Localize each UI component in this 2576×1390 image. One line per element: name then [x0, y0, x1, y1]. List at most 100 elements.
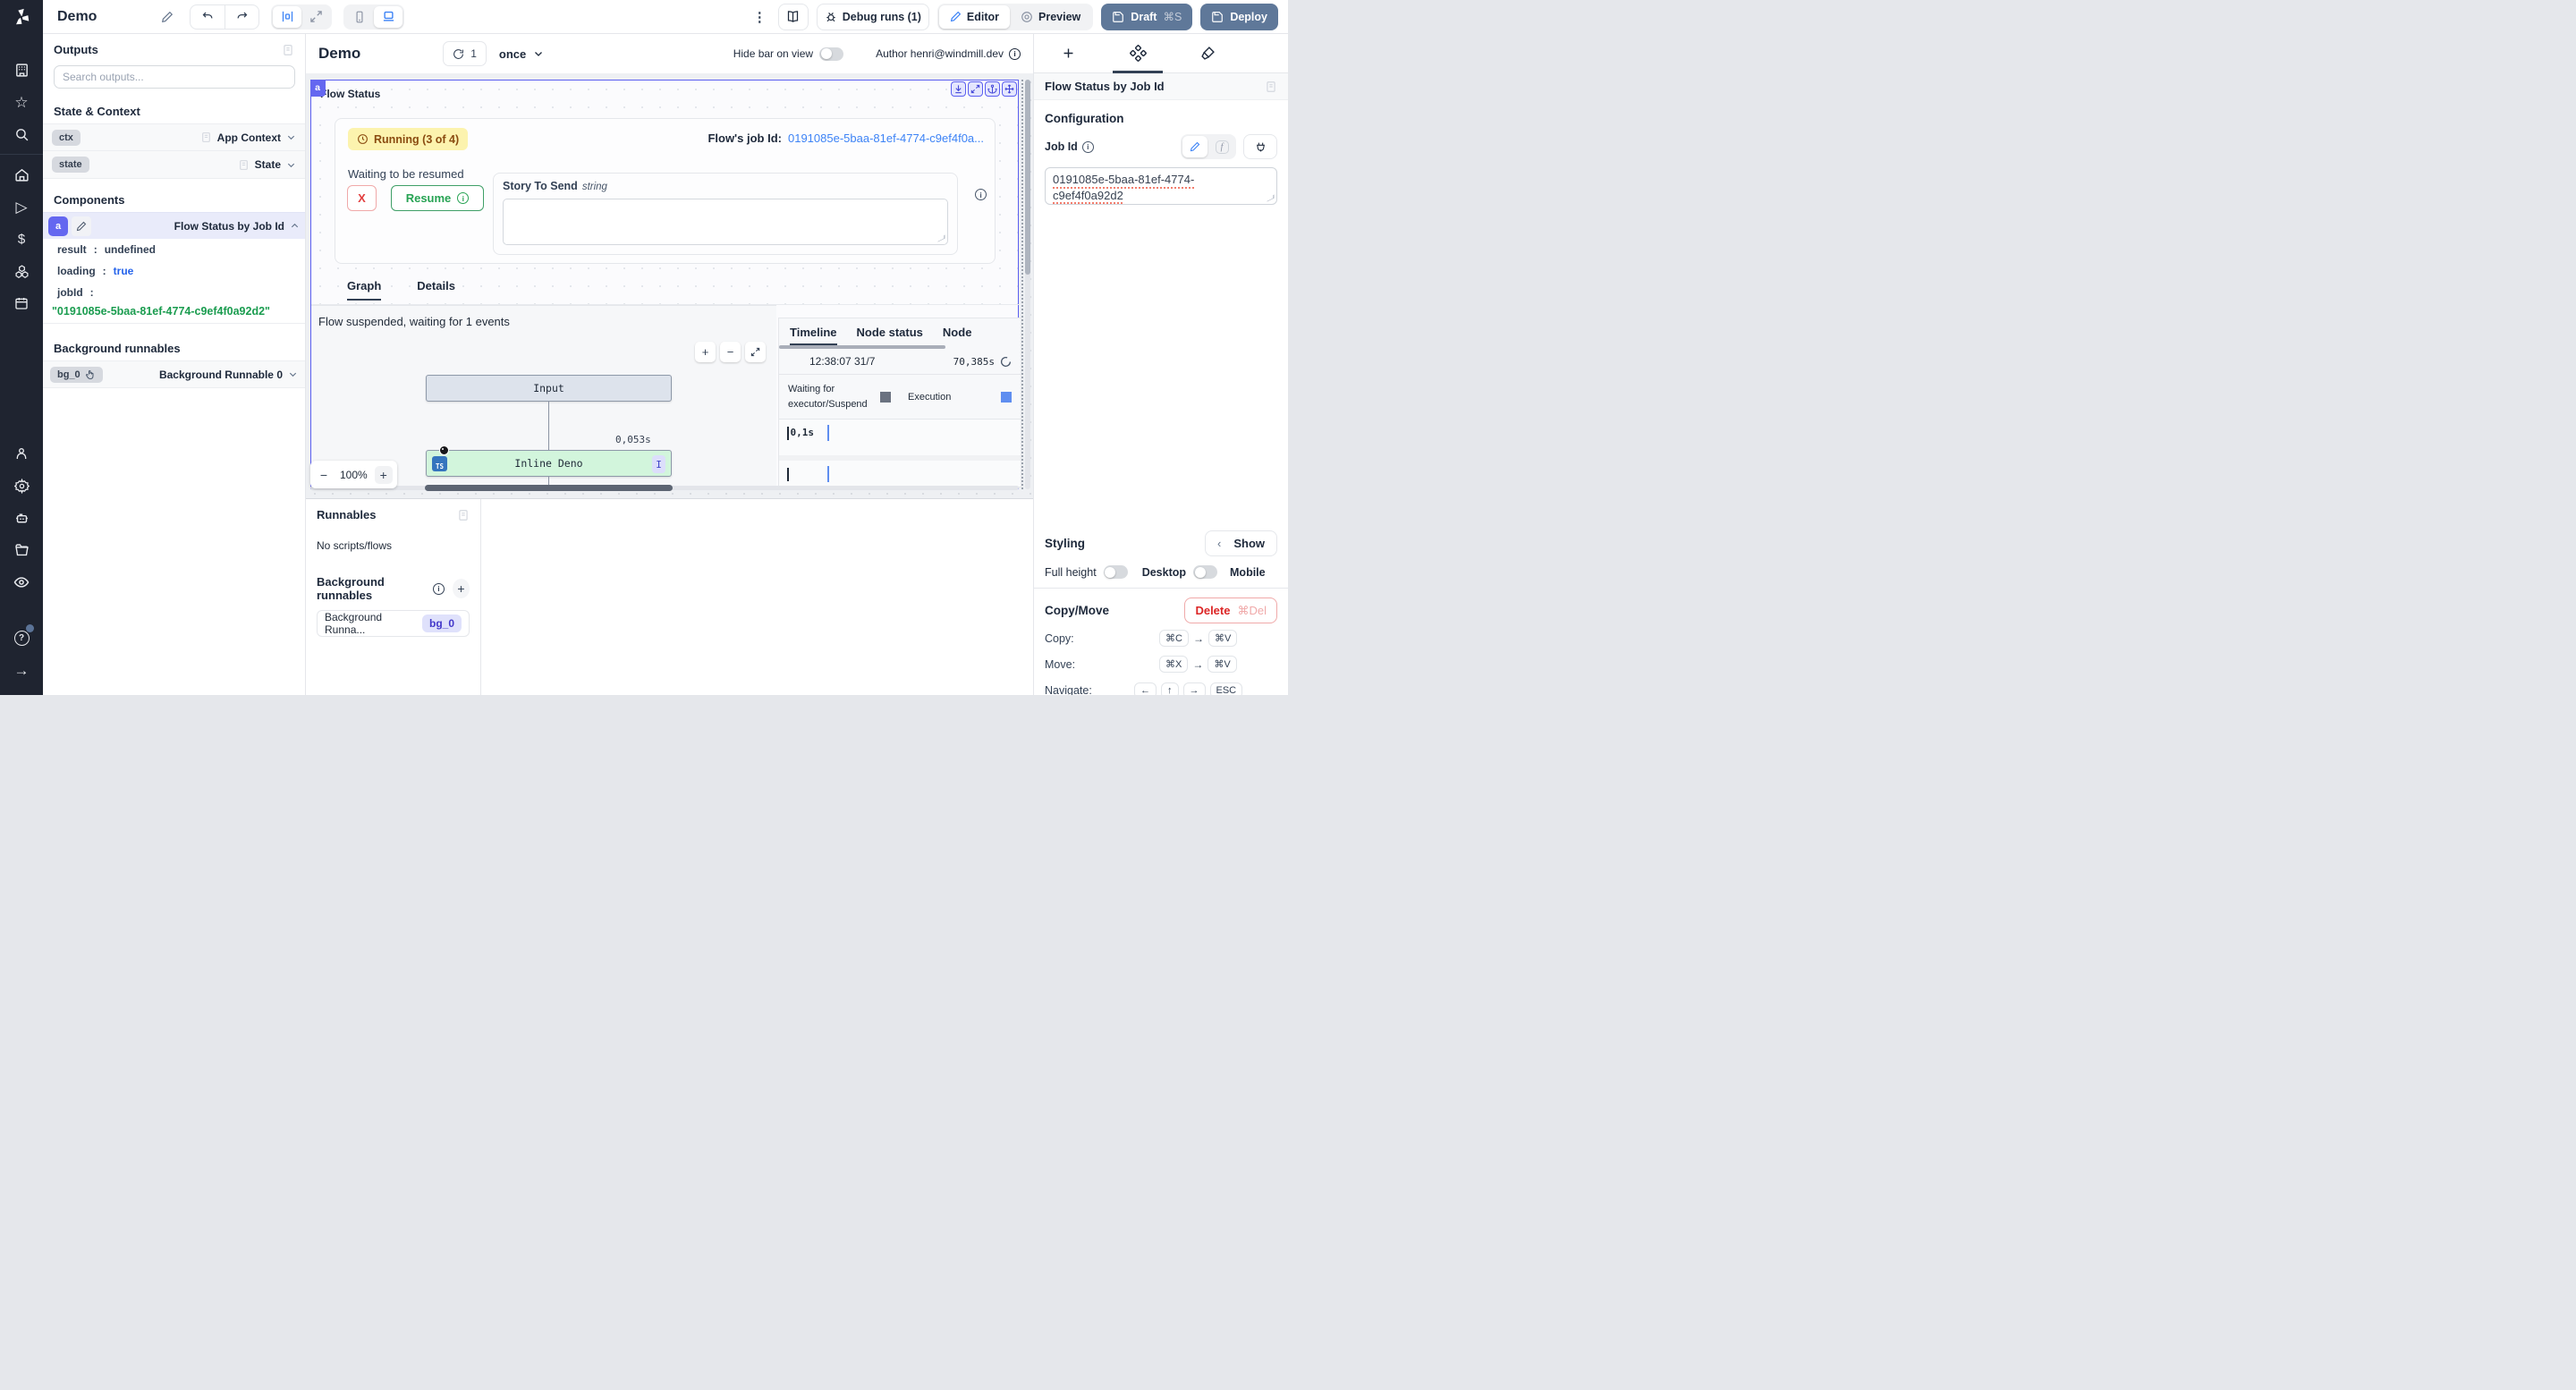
- sidebar-item-resources[interactable]: [0, 255, 43, 287]
- flow-graph[interactable]: Flow suspended, waiting for 1 events + −…: [311, 305, 776, 487]
- flow-tabs: Graph Details: [347, 279, 455, 301]
- graph-zoom-out-button[interactable]: −: [720, 342, 741, 362]
- full-height-toggle[interactable]: [1104, 565, 1128, 579]
- panel-doc-icon[interactable]: [282, 44, 294, 56]
- editor-tab[interactable]: Editor: [939, 5, 1010, 29]
- story-textarea[interactable]: [503, 199, 948, 245]
- windmill-app-editor: Demo: [0, 0, 1288, 695]
- deploy-button[interactable]: Deploy: [1200, 4, 1278, 30]
- state-row[interactable]: state State: [43, 151, 305, 179]
- help-button[interactable]: ?: [0, 622, 43, 654]
- undo-button[interactable]: [191, 5, 225, 29]
- styling-tab[interactable]: [1188, 34, 1227, 73]
- zoom-out-button[interactable]: −: [315, 466, 333, 484]
- static-input-button[interactable]: [1182, 136, 1208, 157]
- selection-handle-right[interactable]: [1021, 80, 1023, 489]
- flow-jobid-link[interactable]: 0191085e-5baa-81ef-4774-c9ef4f0a...: [788, 131, 984, 145]
- component-settings-tab[interactable]: [1118, 34, 1157, 73]
- chevron-down-icon[interactable]: [286, 160, 296, 170]
- preview-tab[interactable]: Preview: [1010, 5, 1091, 29]
- sidebar-item-variables[interactable]: $: [0, 223, 43, 255]
- desktop-view-button[interactable]: [374, 6, 402, 28]
- info-icon[interactable]: i: [433, 583, 445, 595]
- cancel-flow-button[interactable]: X: [347, 185, 377, 211]
- delete-component-button[interactable]: Delete ⌘Del: [1184, 598, 1277, 623]
- fullscreen-button[interactable]: [968, 81, 983, 97]
- desktop-toggle[interactable]: [1193, 565, 1217, 579]
- panel-doc-icon[interactable]: [457, 509, 470, 521]
- refresh-count: 1: [470, 47, 477, 60]
- sidebar-item-home[interactable]: [0, 158, 43, 191]
- add-background-runnable-button[interactable]: +: [453, 579, 470, 598]
- search-outputs-input[interactable]: [54, 65, 295, 89]
- anchor-button[interactable]: [985, 81, 1000, 97]
- resize-handle[interactable]: [1267, 195, 1275, 202]
- tab-node-status[interactable]: Node status: [857, 326, 923, 345]
- show-styling-button[interactable]: ‹ Show: [1205, 530, 1277, 556]
- docs-book-button[interactable]: [778, 4, 809, 30]
- more-menu-button[interactable]: ⋮: [750, 9, 770, 25]
- schedule-dropdown[interactable]: once: [499, 47, 544, 61]
- expand-down-button[interactable]: [951, 81, 966, 97]
- insert-component-tab[interactable]: [1048, 34, 1088, 73]
- bug-icon: [825, 11, 837, 23]
- edit-title-pencil-icon[interactable]: [161, 11, 174, 23]
- sidebar-item-folders[interactable]: [0, 534, 43, 566]
- chevron-left-icon: ‹: [1217, 537, 1221, 550]
- zoom-in-button[interactable]: +: [375, 466, 393, 484]
- graph-node-input[interactable]: Input: [426, 375, 672, 402]
- refresh-count-button[interactable]: 1: [443, 41, 487, 66]
- jobid-textarea[interactable]: 0191085e-5baa-81ef-4774- c9ef4f0a92d2: [1045, 167, 1277, 205]
- canvas-horizontal-scrollbar[interactable]: [310, 486, 1019, 490]
- sidebar-item-search[interactable]: [0, 118, 43, 150]
- tab-node-definition[interactable]: Node: [943, 326, 972, 345]
- expand-width-button[interactable]: [301, 6, 330, 28]
- sidebar-item-workers[interactable]: [0, 502, 43, 534]
- hide-bar-toggle[interactable]: [819, 47, 843, 61]
- sidebar-item-favorites[interactable]: ☆: [0, 86, 43, 118]
- connect-input-button[interactable]: [1243, 134, 1277, 159]
- app-canvas[interactable]: a Flow Status Running (3 of 4) Flow's jo…: [306, 73, 1033, 498]
- sidebar-item-apps[interactable]: [0, 54, 43, 86]
- chevron-down-icon[interactable]: [288, 369, 298, 379]
- info-icon[interactable]: i: [975, 189, 987, 200]
- sidebar-item-runs[interactable]: ▷: [0, 191, 43, 223]
- background-runnable-item[interactable]: Background Runna... bg_0: [317, 610, 470, 637]
- debug-runs-button[interactable]: Debug runs (1): [817, 4, 929, 30]
- resume-button[interactable]: Resume i: [391, 185, 484, 211]
- flow-status-component[interactable]: a Flow Status Running (3 of 4) Flow's jo…: [310, 80, 1019, 489]
- move-button[interactable]: [1002, 81, 1017, 97]
- canvas-vertical-scrollbar[interactable]: [1025, 80, 1030, 489]
- ctx-row[interactable]: ctx App Context: [43, 123, 305, 151]
- resize-handle[interactable]: [938, 235, 945, 242]
- legend-waiting-swatch: [880, 392, 891, 403]
- mobile-view-button[interactable]: [345, 6, 374, 28]
- timeline-row-2: [779, 461, 1021, 487]
- info-icon[interactable]: i: [1082, 141, 1094, 153]
- windmill-logo[interactable]: [0, 0, 43, 34]
- info-icon[interactable]: i: [1009, 48, 1021, 60]
- sidebar-item-users[interactable]: [0, 437, 43, 470]
- redo-button[interactable]: [225, 5, 258, 29]
- graph-zoom-in-button[interactable]: +: [695, 342, 716, 362]
- chevron-up-icon[interactable]: [290, 221, 300, 231]
- draft-button[interactable]: Draft ⌘S: [1101, 4, 1192, 30]
- graph-node-inline-deno[interactable]: TS Inline Deno I: [426, 450, 672, 477]
- tab-details[interactable]: Details: [417, 279, 455, 301]
- sidebar-item-settings[interactable]: [0, 470, 43, 502]
- bg0-row[interactable]: bg_0 Background Runnable 0: [43, 360, 305, 388]
- rename-component-pencil-icon[interactable]: [72, 216, 91, 236]
- sidebar-item-audit[interactable]: [0, 566, 43, 598]
- panel-doc-icon[interactable]: [1265, 81, 1277, 93]
- tab-timeline[interactable]: Timeline: [790, 326, 837, 345]
- expression-input-button[interactable]: f: [1209, 136, 1234, 157]
- graph-fit-button[interactable]: [745, 342, 766, 362]
- component-a-row[interactable]: a Flow Status by Job Id: [43, 212, 305, 239]
- sidebar-item-schedules[interactable]: [0, 287, 43, 319]
- result-kv: result:undefined: [43, 239, 305, 260]
- node-suffix-badge: I: [652, 455, 665, 473]
- expand-sidebar-button[interactable]: →: [0, 654, 43, 686]
- tab-graph[interactable]: Graph: [347, 279, 381, 301]
- chevron-down-icon[interactable]: [286, 132, 296, 142]
- fit-width-button[interactable]: [273, 6, 301, 28]
